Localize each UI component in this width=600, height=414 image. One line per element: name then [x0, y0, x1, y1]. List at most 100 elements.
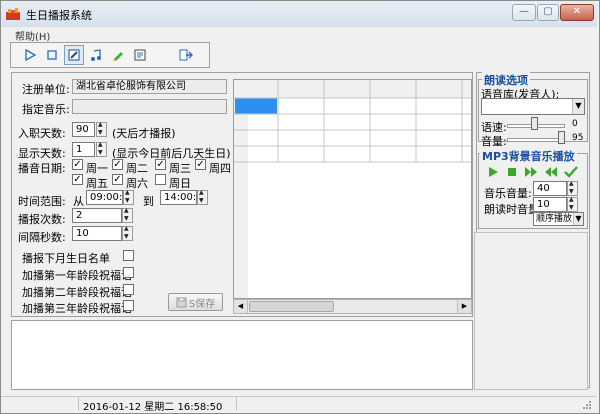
voice-dropdown[interactable]: ▼: [481, 98, 585, 115]
mp3-stop-button[interactable]: [506, 166, 518, 181]
music-volume-input[interactable]: 40: [533, 181, 567, 196]
volume-slider-thumb[interactable]: [558, 131, 565, 144]
edit-icon: [68, 49, 80, 61]
exit-icon: [179, 49, 193, 61]
scroll-left-icon[interactable]: ◀: [234, 300, 248, 313]
selected-cell: [235, 98, 277, 114]
log-area[interactable]: [11, 320, 473, 390]
option-checkbox-next-month[interactable]: [123, 250, 134, 261]
settings-button[interactable]: [130, 45, 150, 65]
menu-help[interactable]: 帮助(H): [15, 28, 50, 43]
time-from-input[interactable]: 09:00:00: [86, 190, 123, 205]
grid-horizontal-scrollbar[interactable]: ◀ ▶: [233, 299, 472, 314]
weekday-checkbox-sat[interactable]: ✓: [112, 174, 123, 185]
music-label: 指定音乐:: [22, 103, 70, 116]
status-cell-left: [11, 397, 79, 410]
display-days-label: 显示天数:: [18, 147, 66, 160]
weekday-label-fri: 周五: [86, 177, 108, 190]
scroll-thumb[interactable]: [249, 301, 334, 312]
menu-bar: [1, 27, 597, 40]
weekday-checkbox-wed[interactable]: ✓: [155, 159, 166, 170]
music-note-icon: [91, 49, 101, 61]
document-settings-icon: [134, 49, 146, 61]
pen-button[interactable]: [108, 45, 128, 65]
chevron-down-icon: ▼: [572, 99, 584, 114]
register-unit-field: 湖北省卓伦服饰有限公司: [72, 79, 227, 94]
play-mode-dropdown[interactable]: 顺序播放 ▼: [533, 212, 584, 226]
speed-slider-thumb[interactable]: [531, 117, 538, 130]
time-range-label: 时间范围:: [18, 195, 66, 208]
weekday-label-wed: 周三: [169, 162, 191, 175]
schedule-grid[interactable]: [233, 79, 472, 299]
option-checkbox-age-2[interactable]: [123, 284, 134, 295]
interval-input[interactable]: 10: [72, 226, 122, 241]
maximize-button[interactable]: ▢: [537, 4, 559, 21]
close-button[interactable]: ✕: [560, 4, 594, 21]
entry-days-input[interactable]: 90: [72, 122, 95, 137]
weekday-checkbox-tue[interactable]: ✓: [112, 159, 123, 170]
weekday-checkbox-thu[interactable]: ✓: [195, 159, 206, 170]
time-to-input[interactable]: 14:00:00: [160, 190, 197, 205]
music-field[interactable]: [72, 99, 227, 114]
play-mode-value: 顺序播放: [536, 214, 573, 224]
resize-grip-icon[interactable]: [580, 398, 592, 410]
volume-label: 音量:: [481, 135, 507, 148]
option-checkbox-age-1[interactable]: [123, 267, 134, 278]
music-button[interactable]: [86, 45, 106, 65]
check-icon: ✓: [113, 174, 122, 185]
status-datetime: 2016-01-12 星期二 16:58:50: [83, 402, 223, 413]
display-days-input[interactable]: 1: [72, 142, 95, 157]
interval-stepper[interactable]: [122, 225, 133, 241]
minimize-button[interactable]: —: [512, 4, 536, 21]
weekday-checkbox-mon[interactable]: ✓: [72, 159, 83, 170]
weekday-checkbox-sun[interactable]: [155, 174, 166, 185]
mp3-confirm-button[interactable]: [564, 165, 578, 181]
chevron-down-icon: ▼: [573, 213, 583, 225]
display-days-stepper[interactable]: [96, 141, 107, 157]
volume-value: 95: [572, 133, 584, 143]
option-label-age-2: 加播第二年龄段祝福语: [22, 286, 132, 299]
mp3-play-button[interactable]: [487, 166, 499, 181]
play-button[interactable]: [20, 45, 40, 65]
exit-button[interactable]: [176, 45, 196, 65]
entry-days-stepper[interactable]: [96, 121, 107, 137]
check-icon: ✓: [113, 159, 122, 170]
mp3-next-button[interactable]: [524, 166, 538, 181]
scroll-right-icon[interactable]: ▶: [457, 300, 471, 313]
entry-days-hint: (天后才播报): [112, 127, 176, 140]
save-icon: [176, 297, 187, 307]
broadcast-count-input[interactable]: 2: [72, 208, 122, 223]
status-divider: [236, 397, 237, 410]
check-icon: [564, 166, 578, 178]
broadcast-count-stepper[interactable]: [122, 207, 133, 223]
edit-button[interactable]: [64, 45, 84, 65]
mp3-prev-button[interactable]: [544, 166, 558, 181]
weekday-label-tue: 周二: [126, 162, 148, 175]
speed-value: 0: [572, 119, 578, 129]
time-to-stepper[interactable]: [197, 189, 208, 205]
save-button-label: S保存: [188, 298, 216, 310]
music-volume-stepper[interactable]: [567, 180, 578, 196]
check-icon: ✓: [156, 159, 165, 170]
rewind-icon: [545, 167, 557, 177]
option-checkbox-age-3[interactable]: [123, 300, 134, 311]
display-days-hint: (显示今日前后几天生日): [112, 147, 231, 160]
grid-lines: [234, 80, 471, 298]
check-icon: ✓: [73, 159, 82, 170]
option-label-next-month: 播报下月生日名单: [22, 252, 110, 265]
entry-days-label: 入职天数:: [18, 127, 66, 140]
save-button[interactable]: S保存: [168, 293, 223, 311]
weekday-label-thu: 周四: [209, 162, 231, 175]
volume-slider[interactable]: [507, 138, 565, 142]
reading-volume-stepper[interactable]: [567, 196, 578, 212]
register-unit-label: 注册单位:: [22, 83, 70, 96]
reading-volume-input[interactable]: 10: [533, 197, 567, 212]
time-from-stepper[interactable]: [123, 189, 134, 205]
pen-icon: [113, 52, 123, 61]
weekday-checkbox-fri[interactable]: ✓: [72, 174, 83, 185]
time-to-label: 到: [143, 195, 154, 208]
interval-label: 间隔秒数:: [18, 231, 66, 244]
option-label-age-3: 加播第三年龄段祝福语: [22, 302, 132, 315]
stop-button[interactable]: [42, 45, 62, 65]
app-logo-icon: [5, 6, 21, 20]
